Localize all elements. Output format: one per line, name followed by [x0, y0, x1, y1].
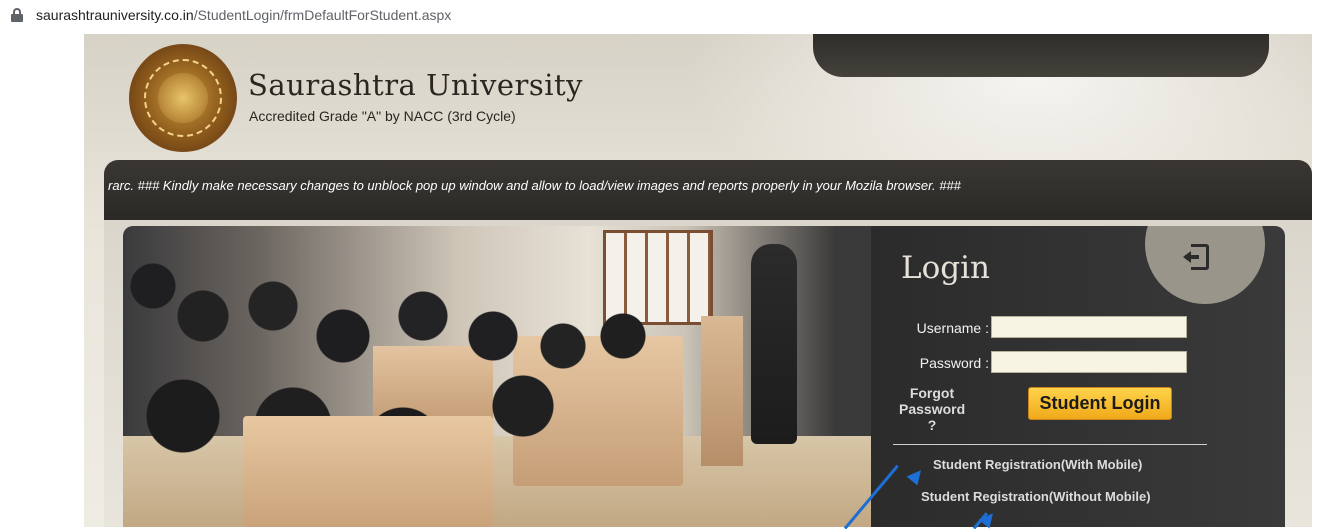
registration-without-mobile-link[interactable]: Student Registration(Without Mobile) — [921, 489, 1151, 504]
photo-desk — [243, 416, 493, 527]
notice-marquee: rarc. ### Kindly make necessary changes … — [104, 160, 1312, 220]
classroom-photo — [123, 226, 873, 527]
logo-emblem — [158, 73, 208, 123]
username-input[interactable] — [991, 316, 1187, 338]
content-area: Login Username : Password : Forgot Passw… — [104, 220, 1312, 527]
url-domain: saurashtrauniversity.co.in — [36, 7, 194, 23]
url-text[interactable]: saurashtrauniversity.co.in/StudentLogin/… — [36, 7, 451, 23]
address-bar[interactable]: saurashtrauniversity.co.in/StudentLogin/… — [0, 0, 1342, 30]
photo-podium — [701, 316, 743, 466]
marquee-text: rarc. ### Kindly make necessary changes … — [108, 178, 961, 193]
student-login-button[interactable]: Student Login — [1028, 387, 1172, 420]
divider — [893, 444, 1207, 445]
photo-teacher — [751, 244, 797, 444]
password-label: Password : — [919, 355, 989, 371]
login-panel: Login Username : Password : Forgot Passw… — [871, 226, 1285, 527]
page-subtitle: Accredited Grade "A" by NACC (3rd Cycle) — [249, 108, 516, 124]
page-title: Saurashtra University — [248, 68, 584, 102]
page-container: Saurashtra University Accredited Grade "… — [84, 34, 1312, 527]
login-title: Login — [901, 250, 990, 286]
registration-with-mobile-link[interactable]: Student Registration(With Mobile) — [933, 457, 1142, 472]
university-logo — [129, 44, 237, 152]
username-label: Username : — [916, 320, 989, 336]
forgot-password-link[interactable]: Forgot Password ? — [899, 385, 965, 433]
lock-icon[interactable] — [10, 8, 24, 22]
top-decorative-tab — [813, 34, 1269, 77]
login-icon — [1183, 244, 1211, 270]
password-input[interactable] — [991, 351, 1187, 373]
url-path: /StudentLogin/frmDefaultForStudent.aspx — [193, 7, 452, 23]
